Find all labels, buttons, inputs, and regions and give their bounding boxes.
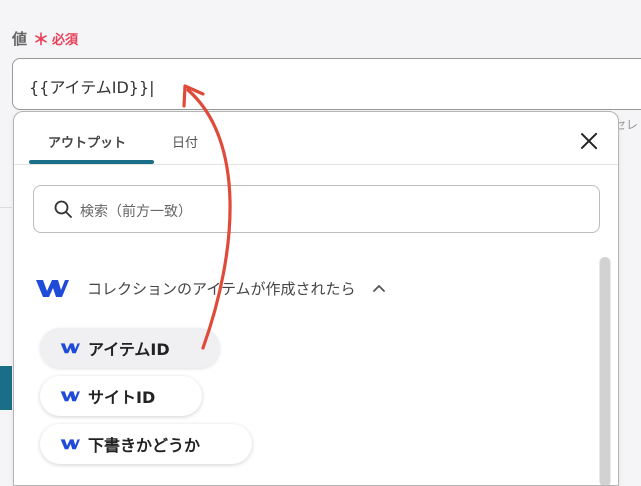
list-item-site-id[interactable]: サイトID xyxy=(40,376,202,416)
list-item-draft[interactable]: 下書きかどうか xyxy=(40,424,252,464)
webflow-logo-icon xyxy=(60,343,80,354)
field-label-text: 値 xyxy=(12,29,28,48)
required-star: ＊ xyxy=(33,30,50,49)
list-item-label: 下書きかどうか xyxy=(88,436,201,455)
list-item-label: サイトID xyxy=(88,388,156,407)
required-text: 必須 xyxy=(52,32,79,48)
webflow-logo-icon xyxy=(36,280,69,297)
chevron-up-icon[interactable] xyxy=(372,283,386,293)
search-placeholder: 検索（前方一致） xyxy=(80,204,192,220)
tab-bar: アウトプット 日付 xyxy=(14,112,618,165)
webflow-logo-icon xyxy=(60,391,80,402)
divider xyxy=(0,207,12,208)
value-input[interactable]: {{アイテムID}}| xyxy=(12,58,641,110)
active-tab-indicator xyxy=(29,160,154,164)
list-item-label: アイテムID xyxy=(88,340,170,359)
search-input[interactable]: 検索（前方一致） xyxy=(33,185,600,233)
tab-output[interactable]: アウトプット xyxy=(48,132,126,151)
close-icon[interactable] xyxy=(578,130,600,152)
group-title: コレクションのアイテムが作成されたら xyxy=(87,279,356,298)
scrollbar-thumb[interactable] xyxy=(600,257,610,485)
variable-dropdown: アウトプット 日付 検索（前方一致） コレクションのアイテムが作成されたら アイ… xyxy=(13,111,619,486)
tab-date[interactable]: 日付 xyxy=(172,132,198,151)
background-button-edge xyxy=(0,366,12,410)
field-label: 値 ＊ 必須 xyxy=(12,26,78,50)
group-header[interactable]: コレクションのアイテムが作成されたら xyxy=(35,274,386,302)
list-item-item-id[interactable]: アイテムID xyxy=(40,328,220,368)
search-icon xyxy=(54,200,72,218)
webflow-logo-icon xyxy=(60,439,80,450)
